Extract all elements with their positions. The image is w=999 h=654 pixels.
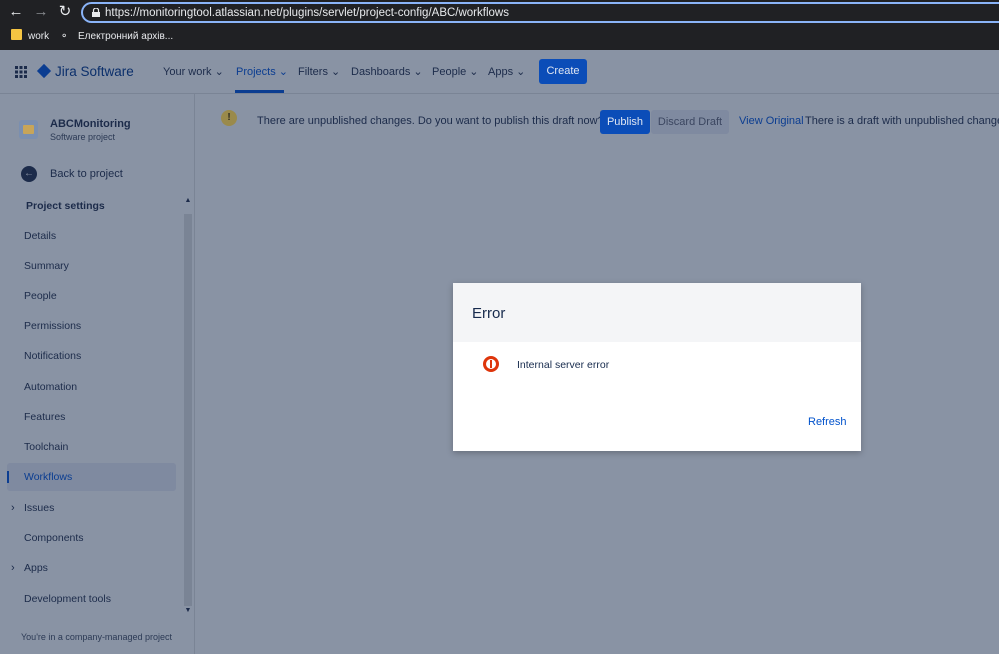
sidebar-item-label: Apps	[24, 562, 48, 574]
sidebar-item-issues[interactable]: › Issues	[7, 494, 176, 522]
sidebar-item-notifications[interactable]: Notifications	[7, 342, 176, 370]
active-nav-indicator	[235, 90, 284, 93]
sidebar-item-label: Summary	[24, 260, 69, 272]
error-icon	[483, 356, 499, 372]
sidebar-item-summary[interactable]: Summary	[7, 252, 176, 280]
scroll-up-arrow-icon[interactable]: ▲	[183, 196, 193, 206]
nav-apps[interactable]: Apps ⌄	[488, 65, 525, 79]
sidebar-item-label: Permissions	[24, 320, 82, 332]
refresh-link[interactable]: Refresh	[808, 416, 847, 428]
jira-top-nav: Jira Software Your work ⌄ Projects ⌄ Fil…	[0, 50, 999, 94]
scrollbar-thumb[interactable]	[184, 214, 192, 606]
sidebar-item-development-tools[interactable]: Development tools	[7, 585, 176, 613]
sidebar-item-apps[interactable]: › Apps	[7, 554, 176, 582]
browser-toolbar: ← → ↻ https://monitoringtool.atlassian.n…	[0, 0, 999, 50]
publish-button[interactable]: Publish	[600, 110, 650, 134]
nav-dashboards[interactable]: Dashboards ⌄	[351, 65, 423, 79]
create-button[interactable]: Create	[539, 59, 587, 84]
sidebar-item-label: Workflows	[24, 471, 73, 483]
sidebar-item-label: Development tools	[24, 593, 111, 605]
sidebar-item-label: Notifications	[24, 350, 82, 362]
sidebar-item-automation[interactable]: Automation	[7, 373, 176, 401]
sidebar-item-label: Automation	[24, 381, 78, 393]
bookmark-label: work	[28, 31, 50, 42]
project-sidebar: ABCMonitoring Software project ← Back to…	[0, 94, 195, 654]
lock-icon	[92, 8, 100, 17]
nav-your-work[interactable]: Your work ⌄	[163, 65, 224, 79]
sidebar-item-details[interactable]: Details	[7, 222, 176, 250]
bookmark-work[interactable]: work	[11, 29, 49, 45]
discard-draft-button[interactable]: Discard Draft	[651, 110, 729, 134]
error-dialog: Error Internal server error Refresh	[453, 283, 861, 451]
back-arrow-circle-icon[interactable]: ←	[21, 166, 37, 182]
back-to-project-link[interactable]: Back to project	[50, 168, 123, 180]
sidebar-item-label: Toolchain	[24, 441, 69, 453]
project-name: ABCMonitoring	[50, 118, 131, 130]
sidebar-item-label: Issues	[24, 502, 55, 514]
error-message: Internal server error	[517, 359, 610, 371]
nav-filters[interactable]: Filters ⌄	[298, 65, 340, 79]
sidebar-item-label: People	[24, 290, 57, 302]
dialog-header: Error	[453, 283, 861, 342]
draft-banner-text: There are unpublished changes. Do you wa…	[257, 115, 604, 127]
sidebar-item-components[interactable]: Components	[7, 524, 176, 552]
nav-projects[interactable]: Projects ⌄	[236, 65, 288, 79]
folder-icon	[11, 29, 22, 40]
sidebar-item-features[interactable]: Features	[7, 403, 176, 431]
sidebar-item-people[interactable]: People	[7, 282, 176, 310]
nav-people[interactable]: People ⌄	[432, 65, 479, 79]
url-text: https://monitoringtool.atlassian.net/plu…	[105, 7, 509, 19]
sidebar-item-permissions[interactable]: Permissions	[7, 312, 176, 340]
bookmark-label: Електронний архів...	[78, 31, 174, 42]
forward-arrow-icon[interactable]: →	[30, 3, 52, 21]
project-type: Software project	[50, 132, 116, 142]
sidebar-item-toolchain[interactable]: Toolchain	[7, 433, 176, 461]
company-managed-note: You're in a company-managed project	[21, 632, 172, 642]
product-name: Jira Software	[55, 64, 134, 79]
chevron-right-icon: ›	[11, 562, 15, 574]
archive-icon: ⚬	[60, 31, 69, 42]
address-bar[interactable]: https://monitoringtool.atlassian.net/plu…	[81, 2, 999, 23]
bookmark-archive[interactable]: ⚬ Електронний архів...	[60, 29, 173, 45]
warning-icon	[221, 110, 237, 126]
section-title: Project settings	[26, 200, 105, 212]
draft-note: There is a draft with unpublished change…	[805, 115, 999, 127]
view-original-link[interactable]: View Original	[739, 115, 804, 127]
sidebar-item-label: Features	[24, 411, 66, 423]
chevron-right-icon: ›	[11, 502, 15, 514]
sidebar-item-workflows[interactable]: Workflows	[7, 463, 176, 491]
scroll-down-arrow-icon[interactable]: ▼	[183, 606, 193, 616]
dialog-title: Error	[472, 305, 506, 322]
back-arrow-icon[interactable]: ←	[5, 3, 27, 21]
jira-logo[interactable]: Jira Software	[36, 63, 134, 80]
project-avatar	[19, 120, 38, 139]
bookmarks-bar: work ⚬ Електронний архів...	[0, 25, 999, 50]
sidebar-item-label: Components	[24, 532, 84, 544]
jira-diamond-icon	[36, 63, 52, 79]
app-switcher-icon[interactable]	[15, 66, 27, 78]
reload-icon[interactable]: ↻	[54, 3, 76, 21]
sidebar-item-label: Details	[24, 230, 57, 242]
